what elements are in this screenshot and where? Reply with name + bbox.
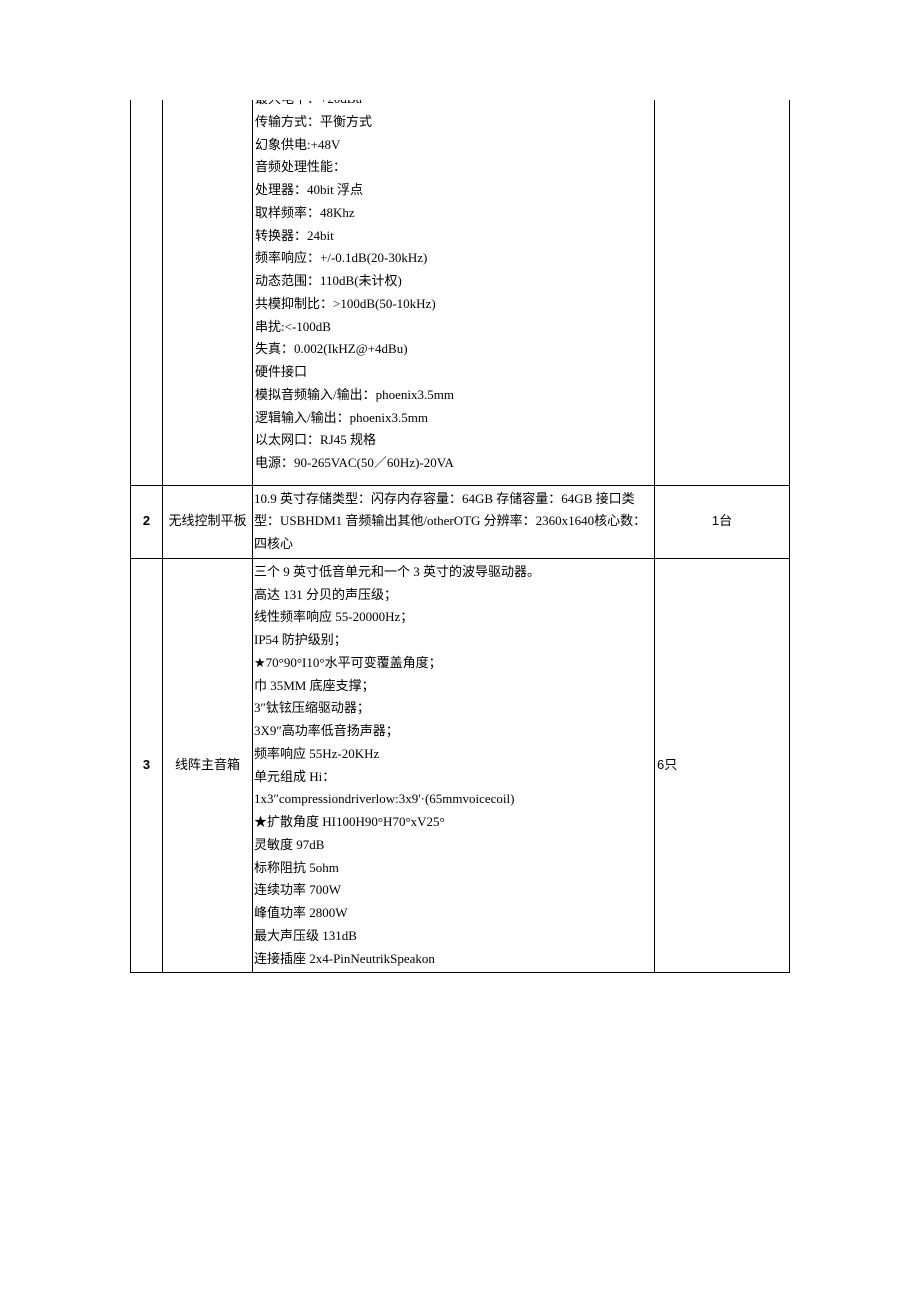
row-number: 2: [131, 485, 163, 558]
row-spec: 10.9 英寸存储类型：闪存内存容量：64GB 存储容量：64GB 接口类型：U…: [253, 485, 655, 558]
row-number: [131, 100, 163, 485]
spec-line: 共模抑制比：>100dB(50-10kHz): [255, 293, 652, 316]
spec-line: 转换器：24bit: [255, 225, 652, 248]
spec-line: 处理器：40bit 浮点: [255, 179, 652, 202]
row-name: 无线控制平板: [163, 485, 253, 558]
table-row: 2 无线控制平板 10.9 英寸存储类型：闪存内存容量：64GB 存储容量：64…: [131, 485, 790, 558]
spec-line: ★扩散角度 HI100H90°H70°xV25°: [254, 811, 653, 834]
table-row: 3 线阵主音箱 三个 9 英寸低音单元和一个 3 英寸的波导驱动器。高达 131…: [131, 558, 790, 973]
row-number: 3: [131, 558, 163, 973]
spec-line: 巾 35MM 底座支撑；: [254, 675, 653, 698]
spec-line: 连续功率 700W: [254, 879, 653, 902]
spec-line: 电源：90-265VAC(50／60Hz)-20VA: [255, 452, 652, 475]
row-spec: 三个 9 英寸低音单元和一个 3 英寸的波导驱动器。高达 131 分贝的声压级；…: [253, 558, 655, 973]
spec-line: 模拟音频输入/输出：phoenix3.5mm: [255, 384, 652, 407]
spec-table: 最大电平：+20dBu传输方式：平衡方式幻象供电:+48V音频处理性能：处理器：…: [130, 100, 790, 973]
spec-line: 逻辑输入/输出：phoenix3.5mm: [255, 407, 652, 430]
spec-line: 标称阻抗 5ohm: [254, 857, 653, 880]
row-qty: 6只: [655, 558, 790, 973]
table-row: 最大电平：+20dBu传输方式：平衡方式幻象供电:+48V音频处理性能：处理器：…: [131, 100, 790, 485]
row-spec: 最大电平：+20dBu传输方式：平衡方式幻象供电:+48V音频处理性能：处理器：…: [253, 100, 655, 485]
spec-line: 音频处理性能：: [255, 156, 652, 179]
spec-line: 三个 9 英寸低音单元和一个 3 英寸的波导驱动器。: [254, 561, 653, 584]
spec-line: 取样频率：48Khz: [255, 202, 652, 225]
spec-line: 以太网口：RJ45 规格: [255, 429, 652, 452]
spec-line: 1x3″compressiondriverlow:3x9'·(65mmvoice…: [254, 788, 653, 811]
row-qty: [655, 100, 790, 485]
spec-line: 高达 131 分贝的声压级；: [254, 584, 653, 607]
spec-line: 动态范围：110dB(未计权): [255, 270, 652, 293]
row-qty: 1台: [655, 485, 790, 558]
spec-line: 传输方式：平衡方式: [255, 111, 652, 134]
spec-line: 最大电平：+20dBu: [255, 100, 652, 111]
spec-line: ★70°90°I10°水平可变覆盖角度；: [254, 652, 653, 675]
row-name: [163, 100, 253, 485]
spec-line: 失真：0.002(IkHZ@+4dBu): [255, 338, 652, 361]
spec-line: 3X9″高功率低音扬声器；: [254, 720, 653, 743]
spec-line: 最大声压级 131dB: [254, 925, 653, 948]
spec-line: 峰值功率 2800W: [254, 902, 653, 925]
spec-line: 频率响应 55Hz-20KHz: [254, 743, 653, 766]
spec-line: 线性频率响应 55-20000Hz；: [254, 606, 653, 629]
spec-line: 串扰:<-100dB: [255, 316, 652, 339]
spec-line: 10.9 英寸存储类型：闪存内存容量：64GB 存储容量：64GB 接口类型：U…: [254, 488, 653, 556]
spec-line: 灵敏度 97dB: [254, 834, 653, 857]
spec-line: IP54 防护级别；: [254, 629, 653, 652]
row-name: 线阵主音箱: [163, 558, 253, 973]
spec-line: 连接插座 2x4-PinNeutrikSpeakon: [254, 948, 653, 971]
spec-line: 频率响应：+/-0.1dB(20-30kHz): [255, 247, 652, 270]
spec-line: 单元组成 Hi：: [254, 766, 653, 789]
spec-line: 幻象供电:+48V: [255, 134, 652, 157]
spec-line: 3″钛铉压缩驱动器；: [254, 697, 653, 720]
spec-line: 硬件接口: [255, 361, 652, 384]
